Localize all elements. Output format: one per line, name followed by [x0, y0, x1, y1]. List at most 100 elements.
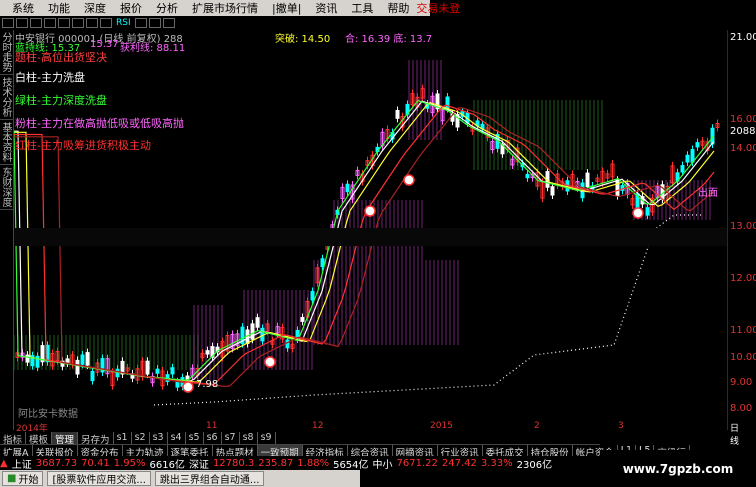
refresh-icon[interactable]	[30, 18, 42, 28]
menu-item-function[interactable]: 功能	[41, 0, 77, 16]
tab-manage[interactable]: 管理	[52, 432, 79, 446]
candle-body	[680, 165, 685, 173]
menu-item-news[interactable]: 资讯	[308, 0, 344, 16]
site-watermark: www.7gpzb.com	[600, 450, 756, 487]
tab-s8[interactable]: s8	[240, 432, 258, 444]
tab-s4[interactable]: s4	[168, 432, 186, 444]
legend-accumulation: 红柱-主力吸筹进货积极主动	[15, 139, 151, 152]
taskbar-item-forum[interactable]: [股票软件应用交流...	[47, 471, 151, 486]
date-axis-label: 2015	[430, 421, 453, 431]
zx-index-pct: 3.33%	[480, 457, 513, 469]
candle-body	[80, 354, 85, 365]
candle-body	[320, 258, 325, 268]
price-axis-label: 10.00	[730, 352, 756, 363]
menu-item-depth[interactable]: 深度	[77, 0, 113, 16]
tab-s6[interactable]: s6	[204, 432, 222, 444]
price-axis-label: 8.00	[730, 403, 753, 414]
date-axis-label: 3	[618, 421, 624, 431]
tab-indicator[interactable]: 指标	[0, 432, 27, 446]
signal-marker	[364, 205, 376, 217]
back-icon[interactable]	[2, 18, 14, 28]
tab-save-as[interactable]: 另存为	[78, 432, 114, 446]
sh-index-icon: ▲	[0, 457, 8, 469]
price-axis-label: 14.00	[730, 143, 756, 154]
tab-intraday[interactable]: 分时走势	[0, 30, 13, 75]
candle-body	[175, 381, 180, 388]
price-axis-label: 12.00	[730, 273, 756, 284]
windows-logo-icon: ■	[7, 473, 17, 484]
tab-fundamentals[interactable]: 基本资料	[0, 120, 13, 165]
kline-icon[interactable]	[72, 18, 84, 28]
volume-label: 20884	[730, 126, 756, 137]
candle-body	[170, 367, 175, 375]
date-axis-label: 2	[534, 421, 540, 431]
period-label[interactable]: 日线	[730, 421, 739, 447]
legend-deep-washout: 绿柱-主力深度洗盘	[15, 94, 107, 107]
rsi-button[interactable]: RSI	[116, 18, 131, 28]
start-button[interactable]: ■ 开始	[2, 471, 44, 486]
sh-index-change: 70.41	[81, 457, 110, 469]
date-axis-label: 11	[206, 421, 218, 431]
signal-marker	[403, 174, 415, 186]
menu-item-tools[interactable]: 工具	[344, 0, 380, 16]
forward-icon[interactable]	[16, 18, 28, 28]
candle-body	[255, 317, 260, 328]
candle-body	[615, 179, 620, 197]
taskbar-item-strategy[interactable]: 跳出三界组合自动通...	[154, 471, 265, 486]
candle-body	[25, 354, 30, 363]
menu-item-system[interactable]: 系统	[5, 0, 41, 16]
sz-index-pct: 1.88%	[297, 457, 330, 469]
zoom-in-icon[interactable]	[44, 18, 56, 28]
sz-index-value: 12780.3	[212, 457, 255, 469]
sh-index-label: 上证	[11, 459, 32, 471]
menu-bar: 系统 功能 深度 报价 分析 扩展市场行情 |撤单| 资讯 工具 帮助 交易未登	[0, 0, 460, 16]
tab-s7[interactable]: s7	[222, 432, 240, 444]
candle-body	[310, 291, 315, 301]
legend-swing-trading: 粉柱-主力在做高抛低吸或低吸高抛	[15, 117, 184, 130]
profit-line-value: 获利线: 88.11	[120, 43, 186, 54]
draw-icon[interactable]	[134, 18, 147, 28]
toolbar: RSI	[0, 16, 432, 30]
tab-depth[interactable]: 东财深度	[0, 165, 13, 210]
candle-body	[585, 172, 590, 188]
tab-s5[interactable]: s5	[186, 432, 204, 444]
left-vertical-tabs: 分时走势 技术分析 基本资料 东财深度	[0, 30, 14, 430]
candle-body	[90, 370, 95, 382]
range-values: 合: 16.39 底: 13.7	[345, 34, 433, 45]
candle-body	[75, 359, 80, 375]
date-axis: 2014年 11 12 2015 2 3 日线	[14, 421, 739, 447]
tab-s1[interactable]: s1	[114, 432, 132, 444]
sz-index-change: 235.87	[258, 457, 294, 469]
low-price-tag: 7.98	[196, 379, 219, 390]
signal-marker	[182, 381, 194, 393]
price-axis-label: 16.00	[730, 114, 756, 125]
price-axis-label: 9.00	[730, 377, 753, 388]
grid-icon[interactable]	[100, 18, 112, 28]
candle-body	[205, 350, 210, 355]
settings-icon[interactable]	[148, 18, 161, 28]
tab-s9[interactable]: s9	[258, 432, 276, 444]
candle-body	[525, 173, 530, 179]
menu-item-help[interactable]: 帮助	[380, 0, 416, 16]
legend-top-distribution: 题柱-高位出货坚决	[15, 51, 107, 64]
zoom-out-icon[interactable]	[58, 18, 70, 28]
tab-technical[interactable]: 技术分析	[0, 75, 13, 120]
search-icon[interactable]	[162, 18, 175, 28]
candle-body	[85, 352, 90, 366]
signal-marker	[632, 207, 644, 219]
menu-item-analysis[interactable]: 分析	[149, 0, 185, 16]
zx-index-amount: 2306亿	[516, 459, 553, 471]
menu-item-quote[interactable]: 报价	[113, 0, 149, 16]
candle-body	[685, 154, 690, 163]
zx-index-change: 247.42	[441, 457, 477, 469]
tab-s2[interactable]: s2	[132, 432, 150, 444]
tab-template[interactable]: 模板	[26, 432, 53, 446]
tab-s3[interactable]: s3	[150, 432, 168, 444]
kline-chart[interactable]	[14, 30, 727, 422]
menu-item-cancel-order[interactable]: |撤单|	[265, 0, 308, 16]
candle-body	[155, 368, 160, 374]
candle-body	[550, 186, 555, 196]
indicator-icon[interactable]	[86, 18, 98, 28]
menu-item-ext-market[interactable]: 扩展市场行情	[185, 0, 265, 16]
trade-login-status[interactable]: 交易未登	[416, 0, 464, 16]
